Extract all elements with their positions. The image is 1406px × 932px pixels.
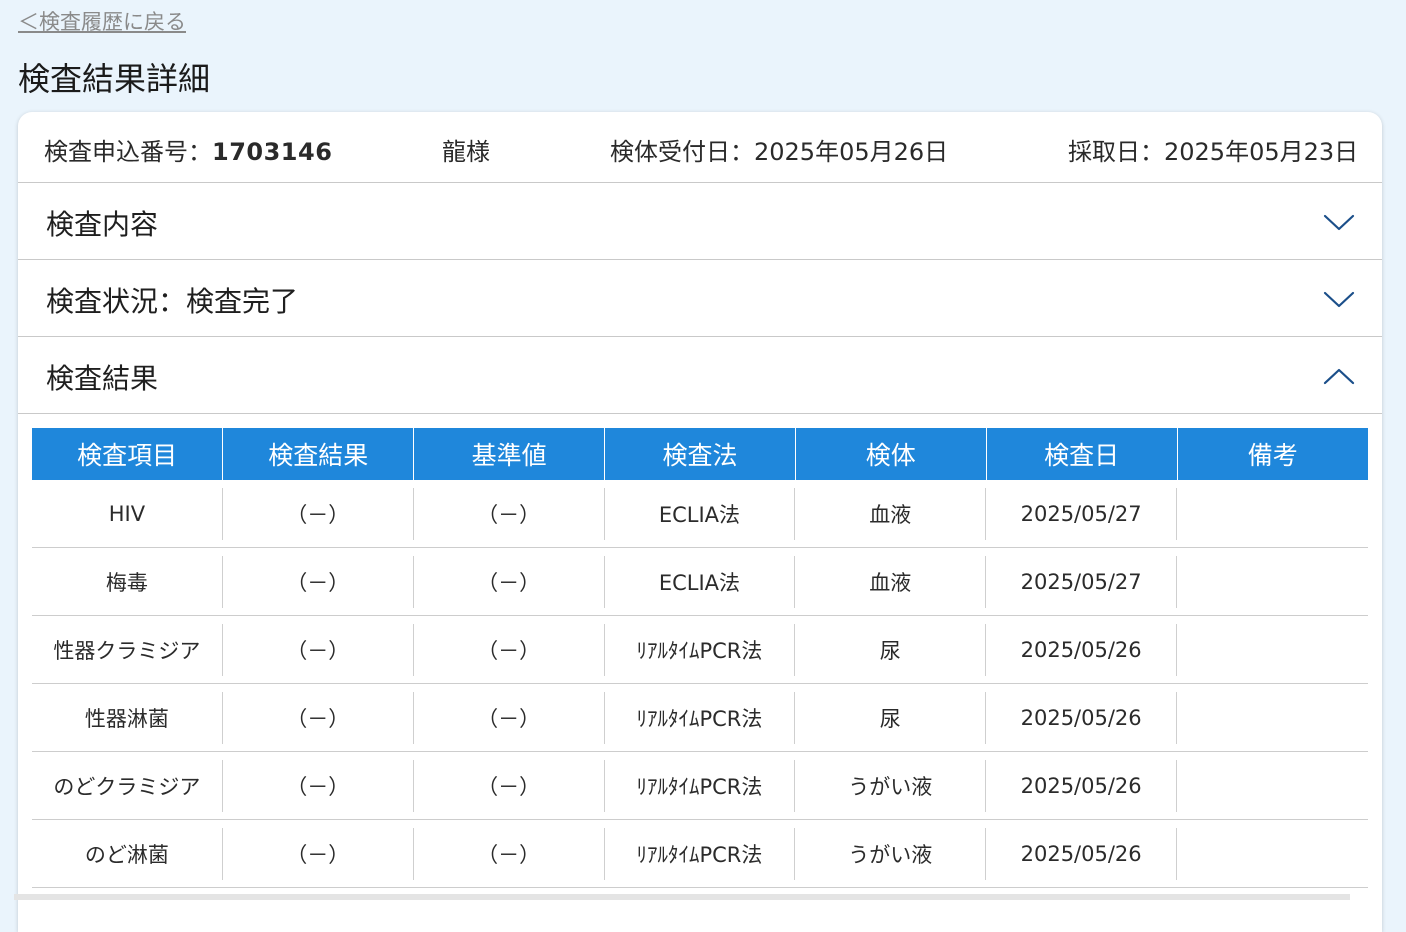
received-date: 検体受付日：2025年05月26日 — [610, 132, 948, 167]
chevron-down-icon[interactable] — [1322, 205, 1356, 239]
cell-specimen: うがい液 — [795, 759, 987, 812]
cell-remarks — [1177, 692, 1368, 744]
chevron-up-icon[interactable] — [1322, 359, 1356, 393]
column-header-remarks: 備考 — [1177, 428, 1368, 480]
cell-test-date: 2025/05/27 — [986, 555, 1178, 608]
result-detail-card: 検査申込番号：1703146 龍様 検体受付日：2025年05月26日 採取日：… — [18, 112, 1382, 932]
cell-test-date: 2025/05/27 — [986, 487, 1178, 540]
cell-method: ECLIA法 — [605, 555, 796, 608]
section-test-results[interactable]: 検査結果 — [18, 337, 1382, 414]
received-date-value: 2025年05月26日 — [754, 138, 949, 166]
cell-method: ﾘｱﾙﾀｲﾑPCR法 — [605, 759, 796, 812]
column-header-test-date: 検査日 — [986, 428, 1178, 480]
cell-specimen: 尿 — [795, 691, 987, 744]
cell-remarks — [1177, 828, 1368, 880]
cell-remarks — [1177, 556, 1368, 608]
cell-test-date: 2025/05/26 — [986, 827, 1178, 880]
cell-method: ﾘｱﾙﾀｲﾑPCR法 — [605, 691, 796, 744]
cell-result: （－） — [223, 487, 414, 540]
cell-result: （－） — [223, 555, 414, 608]
section-test-contents[interactable]: 検査内容 — [18, 183, 1382, 260]
cell-remarks — [1177, 760, 1368, 812]
received-date-label: 検体受付日： — [610, 138, 754, 166]
collected-date-value: 2025年05月23日 — [1164, 138, 1359, 166]
cell-test-item: 性器クラミジア — [32, 623, 223, 676]
back-to-history-link[interactable]: ＜検査履歴に戻る — [18, 6, 186, 36]
cell-reference-value: （－） — [414, 623, 605, 676]
column-header-result: 検査結果 — [222, 428, 415, 480]
cell-method: ECLIA法 — [605, 487, 796, 540]
cell-method: ﾘｱﾙﾀｲﾑPCR法 — [605, 827, 796, 880]
page-title: 検査結果詳細 — [18, 60, 211, 98]
results-table: 検査項目 検査結果 基準値 検査法 検体 検査日 備考 HIV （－） （－） … — [32, 428, 1368, 888]
cell-reference-value: （－） — [414, 691, 605, 744]
table-row: のど淋菌 （－） （－） ﾘｱﾙﾀｲﾑPCR法 うがい液 2025/05/26 — [32, 819, 1368, 888]
cell-result: （－） — [223, 759, 414, 812]
next-section-edge — [14, 894, 1350, 900]
section-test-results-label: 検査結果 — [46, 362, 159, 395]
cell-test-item: HIV — [32, 487, 223, 540]
cell-test-date: 2025/05/26 — [986, 623, 1178, 676]
table-row: 性器淋菌 （－） （－） ﾘｱﾙﾀｲﾑPCR法 尿 2025/05/26 — [32, 683, 1368, 752]
cell-reference-value: （－） — [414, 827, 605, 880]
table-row: 梅毒 （－） （－） ECLIA法 血液 2025/05/27 — [32, 547, 1368, 616]
cell-specimen: 血液 — [795, 487, 987, 540]
cell-test-item: のどクラミジア — [32, 759, 223, 812]
cell-test-date: 2025/05/26 — [986, 691, 1178, 744]
cell-specimen: 血液 — [795, 555, 987, 608]
cell-test-item: のど淋菌 — [32, 827, 223, 880]
cell-method: ﾘｱﾙﾀｲﾑPCR法 — [605, 623, 796, 676]
cell-specimen: 尿 — [795, 623, 987, 676]
cell-reference-value: （－） — [414, 487, 605, 540]
cell-reference-value: （－） — [414, 759, 605, 812]
column-header-specimen: 検体 — [795, 428, 987, 480]
patient-name: 龍様 — [442, 138, 490, 166]
table-row: のどクラミジア （－） （－） ﾘｱﾙﾀｲﾑPCR法 うがい液 2025/05/… — [32, 751, 1368, 820]
collected-date-label: 採取日： — [1068, 138, 1164, 166]
column-header-test-item: 検査項目 — [32, 428, 224, 480]
cell-remarks — [1177, 624, 1368, 676]
cell-remarks — [1177, 488, 1368, 540]
application-number-label: 検査申込番号： — [44, 138, 212, 166]
results-table-header: 検査項目 検査結果 基準値 検査法 検体 検査日 備考 — [32, 428, 1368, 480]
cell-result: （－） — [223, 691, 414, 744]
collected-date: 採取日：2025年05月23日 — [1068, 132, 1358, 167]
application-number-value: 1703146 — [212, 138, 333, 166]
column-header-reference-value: 基準値 — [413, 428, 606, 480]
application-number: 検査申込番号：1703146 — [44, 132, 332, 167]
cell-reference-value: （－） — [414, 555, 605, 608]
table-row: HIV （－） （－） ECLIA法 血液 2025/05/27 — [32, 480, 1368, 548]
cell-test-item: 梅毒 — [32, 555, 223, 608]
cell-result: （－） — [223, 623, 414, 676]
section-test-contents-label: 検査内容 — [46, 208, 159, 241]
chevron-down-icon[interactable] — [1322, 282, 1356, 316]
section-test-status[interactable]: 検査状況：検査完了 — [18, 260, 1382, 337]
cell-test-date: 2025/05/26 — [986, 759, 1178, 812]
column-header-method: 検査法 — [604, 428, 796, 480]
cell-result: （－） — [223, 827, 414, 880]
cell-specimen: うがい液 — [795, 827, 987, 880]
cell-test-item: 性器淋菌 — [32, 691, 223, 744]
section-test-status-label: 検査状況：検査完了 — [46, 285, 299, 318]
table-row: 性器クラミジア （－） （－） ﾘｱﾙﾀｲﾑPCR法 尿 2025/05/26 — [32, 615, 1368, 684]
summary-row: 検査申込番号：1703146 龍様 検体受付日：2025年05月26日 採取日：… — [18, 112, 1382, 183]
